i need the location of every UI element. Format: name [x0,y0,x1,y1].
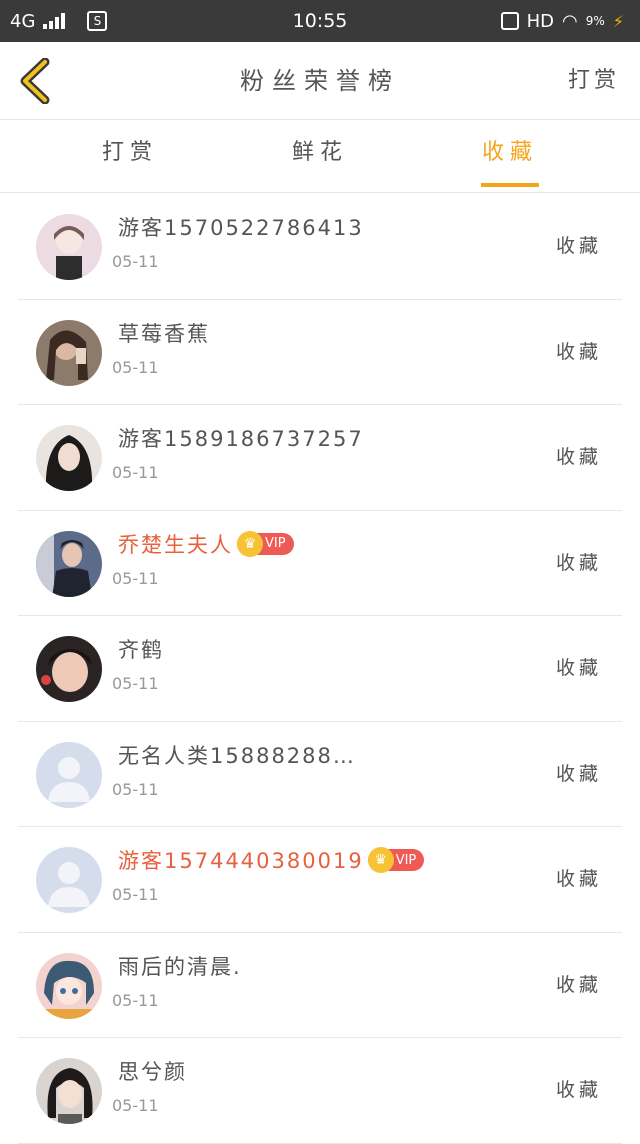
user-name: 思兮颜 [118,1060,187,1084]
list-item[interactable]: 雨后的清晨. 05-11 收藏 [18,933,622,1038]
user-name: 游客1574440380019 [118,849,364,873]
favorite-label: 收藏 [555,973,602,996]
user-name: 雨后的清晨. [118,954,242,979]
page-title: 粉丝荣誉榜 [240,67,400,95]
avatar [36,530,102,597]
user-name: 无名人类15888288… [118,743,356,768]
favorite-label: 收藏 [555,235,602,257]
user-name: 乔楚生夫人 [118,532,233,557]
date-label: 05-11 [112,779,159,799]
favorite-label: 收藏 [555,762,602,785]
avatar [36,741,102,808]
wifi-icon: ◠ [562,10,578,32]
hd-label: HD [526,10,554,32]
favorite-label: 收藏 [555,446,602,468]
list-item[interactable]: 无名人类15888288… 05-11 收藏 [18,722,622,827]
status-bar: 4G S 10:55 HD ◠ 9% ⚡ [0,0,640,42]
avatar [36,952,102,1019]
avatar [36,319,102,386]
date-label: 05-11 [112,885,159,904]
avatar [36,847,102,913]
fan-list: 游客1570522786413 05-11 收藏 草莓香蕉 05-11 收藏 游… [0,194,640,1144]
vibrate-icon [500,12,519,30]
date-label: 05-11 [112,463,159,482]
user-name: 草莓香蕉 [118,321,210,346]
favorite-label: 收藏 [555,657,602,679]
list-item[interactable]: 齐鹤 05-11 收藏 [18,616,622,722]
tab-reward[interactable]: 打赏 [80,121,180,193]
date-label: 05-11 [112,990,159,1010]
vip-badge: ♛ VIP [367,847,425,873]
favorite-label: 收藏 [555,1079,602,1101]
user-name: 游客1570522786413 [118,216,364,240]
tab-flowers[interactable]: 鲜花 [270,121,370,193]
vip-badge: ♛ VIP [237,530,294,557]
list-item[interactable]: 游客1570522786413 05-11 收藏 [18,194,622,300]
list-item[interactable]: 乔楚生夫人 ♛ VIP 05-11 收藏 [18,511,622,616]
signal-icon [43,13,66,29]
crown-icon: ♛ [367,847,394,873]
date-label: 05-11 [112,252,159,271]
vip-label: VIP [265,536,286,551]
tab-indicator [481,183,539,187]
avatar [36,425,102,491]
tab-bar: 打赏 鲜花 收藏 [0,121,640,193]
date-label: 05-11 [112,568,159,588]
header: 粉丝荣誉榜 打赏 [0,42,640,120]
list-item[interactable]: 游客1574440380019 ♛ VIP 05-11 收藏 [18,827,622,933]
avatar [36,636,102,702]
favorite-label: 收藏 [555,551,602,574]
user-name: 游客1589186737257 [118,427,364,451]
reward-button[interactable]: 打赏 [568,42,620,120]
avatar [36,214,102,280]
notification-icon: S [87,11,108,31]
crown-icon: ♛ [237,530,263,557]
vip-label: VIP [395,852,417,868]
date-label: 05-11 [112,357,159,377]
network-label: 4G [10,10,36,32]
list-item[interactable]: 草莓香蕉 05-11 收藏 [18,300,622,405]
user-name: 齐鹤 [118,638,164,662]
list-item[interactable]: 思兮颜 05-11 收藏 [18,1038,622,1144]
list-item[interactable]: 游客1589186737257 05-11 收藏 [18,405,622,511]
date-label: 05-11 [112,674,159,693]
battery-label: 9% [585,14,605,28]
date-label: 05-11 [112,1096,159,1115]
favorite-label: 收藏 [555,868,602,890]
favorite-label: 收藏 [555,340,602,363]
charging-icon: ⚡ [612,11,624,31]
avatar [36,1058,102,1124]
